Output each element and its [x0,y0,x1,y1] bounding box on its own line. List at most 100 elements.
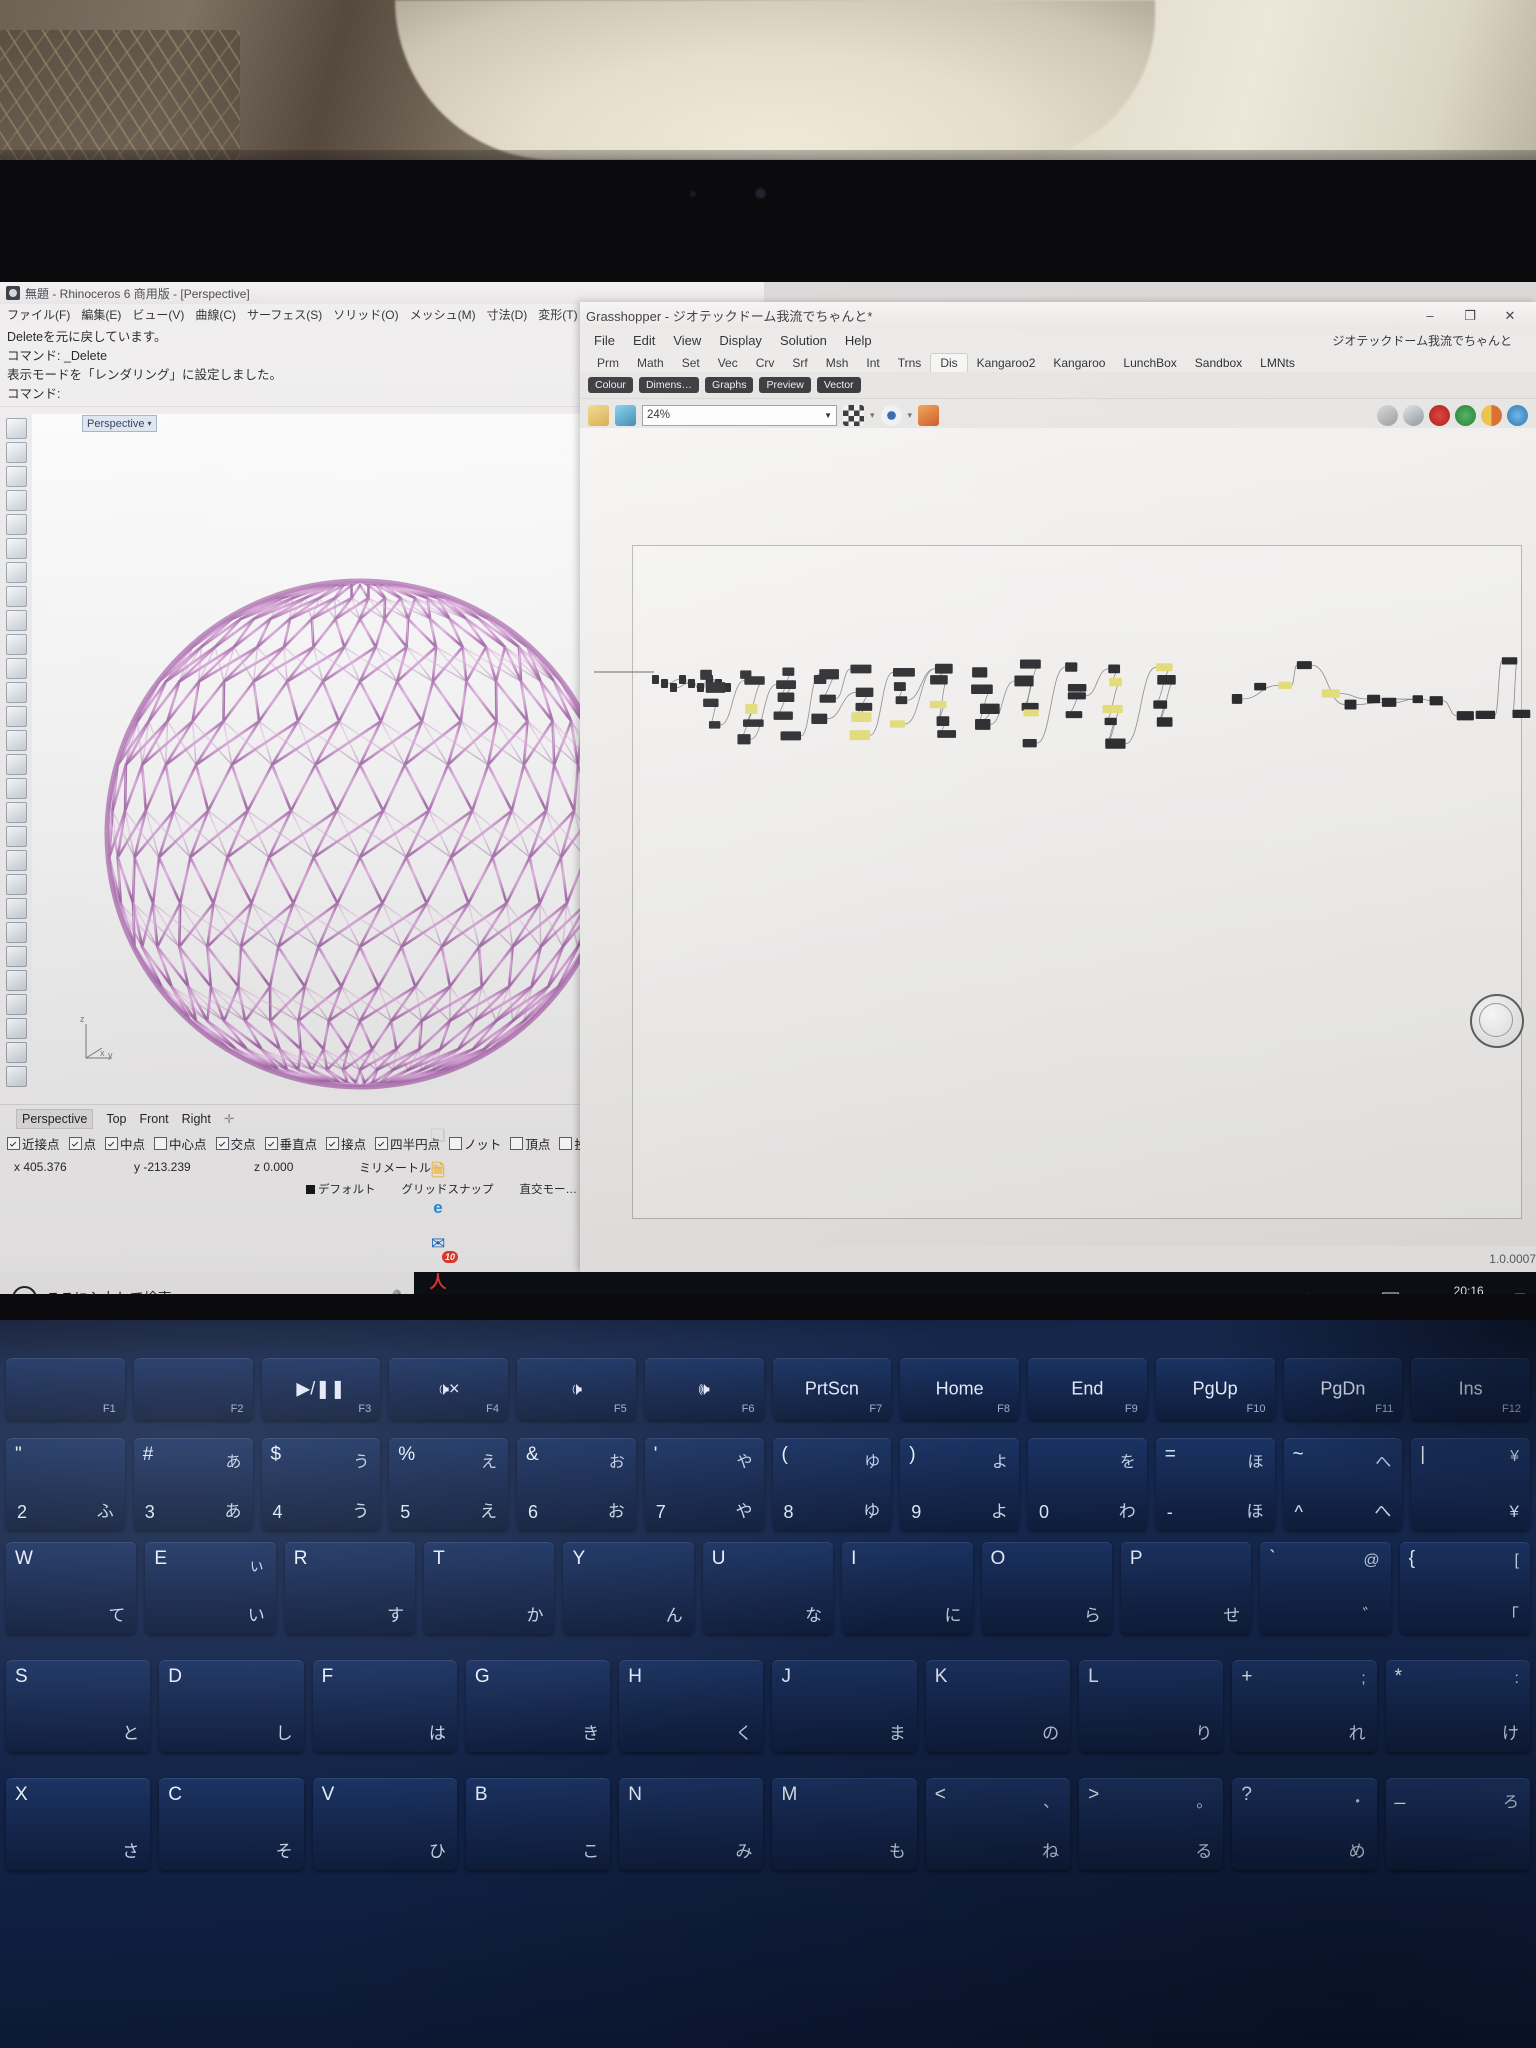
left-tool-1[interactable] [6,418,27,439]
osnap-quad-checkbox[interactable] [375,1137,388,1150]
chevron-down-icon[interactable]: ▼ [824,411,832,420]
key-k[interactable]: Kの [926,1660,1070,1752]
key-f9[interactable]: End F9 [1028,1358,1147,1420]
viewport-tab-top[interactable]: Top [106,1112,126,1126]
osnap-center[interactable]: 中心点 [154,1134,207,1153]
key-2[interactable]: " 2 ふ [6,1438,125,1530]
windows-search-box[interactable]: ここに入力して検索 🎤 [0,1272,414,1294]
gh-tab-math[interactable]: Math [628,354,673,372]
key-k9[interactable]: ` @ ゛ [1260,1542,1390,1634]
keyboard-row-bottom[interactable]: X さ C そ V ひ B こ N み M も <、ね >。る? ・め _ ろ [0,1778,1536,1870]
osnap-vertex-checkbox[interactable] [510,1137,523,1150]
key-x[interactable]: Xさ [6,1778,150,1870]
key-k7[interactable]: >。る [1079,1778,1223,1870]
left-tool-13[interactable] [6,706,27,727]
volume-muted-icon[interactable]: 🕩× [1329,1290,1345,1294]
gh-tab-int[interactable]: Int [857,354,888,372]
gh-tab-lunchbox[interactable]: LunchBox [1114,354,1185,372]
left-tool-10[interactable] [6,634,27,655]
windows-taskbar[interactable]: ここに入力して検索 🎤 ❏🗎e✉10人AiPs◈6◉🗀 ᴀ ︿ ▭ ☁ ◈ 🕩×… [0,1272,1536,1294]
osnap-point[interactable]: 点 [69,1134,97,1153]
key-4[interactable]: $ う 4 う [262,1438,381,1530]
gh-tab-vec[interactable]: Vec [709,354,747,372]
gh-tab-kangaroo[interactable]: Kangaroo [1044,354,1114,372]
key-r[interactable]: Rす [285,1542,415,1634]
rhino-menu-file[interactable]: ファイル(F) [7,306,70,323]
left-tool-22[interactable] [6,922,27,943]
acrobat-reader-icon[interactable]: 人 [420,1262,456,1294]
gh-tab-crv[interactable]: Crv [747,354,784,372]
taskbar-pinned-apps[interactable]: ❏🗎e✉10人AiPs◈6◉🗀 [414,1118,462,1294]
laptop-keyboard[interactable]: F1 F2 ▶/❚❚ F3 🕩× F4 🕩 F5 🕪 F6 PrtScn F7 Home F8 End F9 P… [0,1320,1536,2048]
key-p[interactable]: Pせ [1121,1542,1251,1634]
gh-tab-kangaroo2[interactable]: Kangaroo2 [968,354,1045,372]
left-tool-27[interactable] [6,1042,27,1063]
grasshopper-component-tabs[interactable]: Prm Math Set Vec Crv Srf Msh Int Trns Di… [580,351,1536,372]
left-tool-23[interactable] [6,946,27,967]
gh-menu-view[interactable]: View [673,333,701,348]
microphone-icon[interactable]: 🎤 [383,1289,402,1294]
left-tool-16[interactable] [6,778,27,799]
left-tool-7[interactable] [6,562,27,583]
key-f[interactable]: Fは [313,1660,457,1752]
key-f8[interactable]: Home F8 [900,1358,1019,1420]
keyboard-row-qwerty[interactable]: W て E ぃい R す T か Y ん U な I に O ら P せ ` @ ゛{[「 [0,1542,1536,1634]
sketch-pattern-icon[interactable] [843,405,864,426]
left-tool-19[interactable] [6,850,27,871]
rhino-left-toolbar[interactable] [0,414,33,1104]
gh-tab-prm[interactable]: Prm [588,354,628,372]
left-tool-28[interactable] [6,1066,27,1087]
gh-tab-srf[interactable]: Srf [783,354,816,372]
left-tool-11[interactable] [6,658,27,679]
grasshopper-canvas[interactable] [580,428,1536,1246]
osnap-point-checkbox[interactable] [69,1137,82,1150]
add-viewport-icon[interactable]: ✛ [224,1111,234,1126]
keyboard-row-function[interactable]: F1 F2 ▶/❚❚ F3 🕩× F4 🕩 F5 🕪 F6 PrtScn F7 Home F8 End F9 P… [0,1358,1536,1420]
cortana-circle-icon[interactable] [12,1286,37,1295]
key-f5[interactable]: 🕩 F5 [517,1358,636,1420]
task-view-icon[interactable]: ❏ [420,1118,456,1154]
keyboard-row-home[interactable]: S と D し F は G き H く J ま K の L り +; れ *: け [0,1660,1536,1752]
gh-tab-set[interactable]: Set [673,354,709,372]
grasshopper-toolbar[interactable]: 24% ▼ ▾ ▾ [580,398,1536,432]
key-3[interactable]: # あ 3 あ [134,1438,253,1530]
system-tray[interactable]: ᴀ ︿ ▭ ☁ ◈ 🕩× ♪ ⌨ A 20:16 2019/08/24 ▤ 10 [1199,1284,1536,1294]
rhino-menu-surface[interactable]: サーフェス(S) [247,306,322,323]
osnap-perp[interactable]: 垂直点 [265,1134,318,1153]
key-k10[interactable]: {[「 [1400,1542,1530,1634]
left-tool-18[interactable] [6,826,27,847]
rhino-menu-edit[interactable]: 編集(E) [81,306,121,323]
bake-fire-icon[interactable] [918,405,939,426]
key-w[interactable]: Wて [6,1542,136,1634]
gh-tab-sandbox[interactable]: Sandbox [1186,354,1251,372]
osnap-tangent-checkbox[interactable] [326,1137,339,1150]
left-tool-5[interactable] [6,514,27,535]
left-tool-15[interactable] [6,754,27,775]
gh-menu-display[interactable]: Display [719,333,762,348]
people-icon[interactable]: ᴀ [1199,1291,1205,1295]
key-f4[interactable]: 🕩× F4 [389,1358,508,1420]
grasshopper-subcategory-bar[interactable]: Colour Dimens… Graphs Preview Vector [580,372,1536,398]
gh-menu-solution[interactable]: Solution [780,333,827,348]
key-k6[interactable]: < 、ね [926,1778,1070,1870]
left-tool-9[interactable] [6,610,27,631]
preview-eye-icon[interactable] [881,405,902,426]
left-tool-21[interactable] [6,898,27,919]
gh-sub-dimensions[interactable]: Dimens… [639,377,699,393]
gh-sub-colour[interactable]: Colour [588,377,633,393]
key-6[interactable]: & お 6 お [517,1438,636,1530]
key-e[interactable]: Eぃい [145,1542,275,1634]
rhino-menu-curve[interactable]: 曲線(C) [195,306,236,323]
widget-icon-2[interactable] [1403,405,1424,426]
gh-tab-trns[interactable]: Trns [889,354,931,372]
key-l[interactable]: Lり [1079,1660,1223,1752]
key-g[interactable]: Gき [466,1660,610,1752]
osnap-mid-checkbox[interactable] [105,1137,118,1150]
open-file-icon[interactable] [588,405,609,426]
maximize-button[interactable]: ❐ [1450,303,1490,329]
viewport-name-label[interactable]: Perspective ▾ [82,415,157,432]
key-9[interactable]: ) よ 9 よ [900,1438,1019,1530]
left-tool-8[interactable] [6,586,27,607]
key-v[interactable]: Vひ [313,1778,457,1870]
explorer-folder-icon[interactable]: 🗎 [420,1154,456,1190]
